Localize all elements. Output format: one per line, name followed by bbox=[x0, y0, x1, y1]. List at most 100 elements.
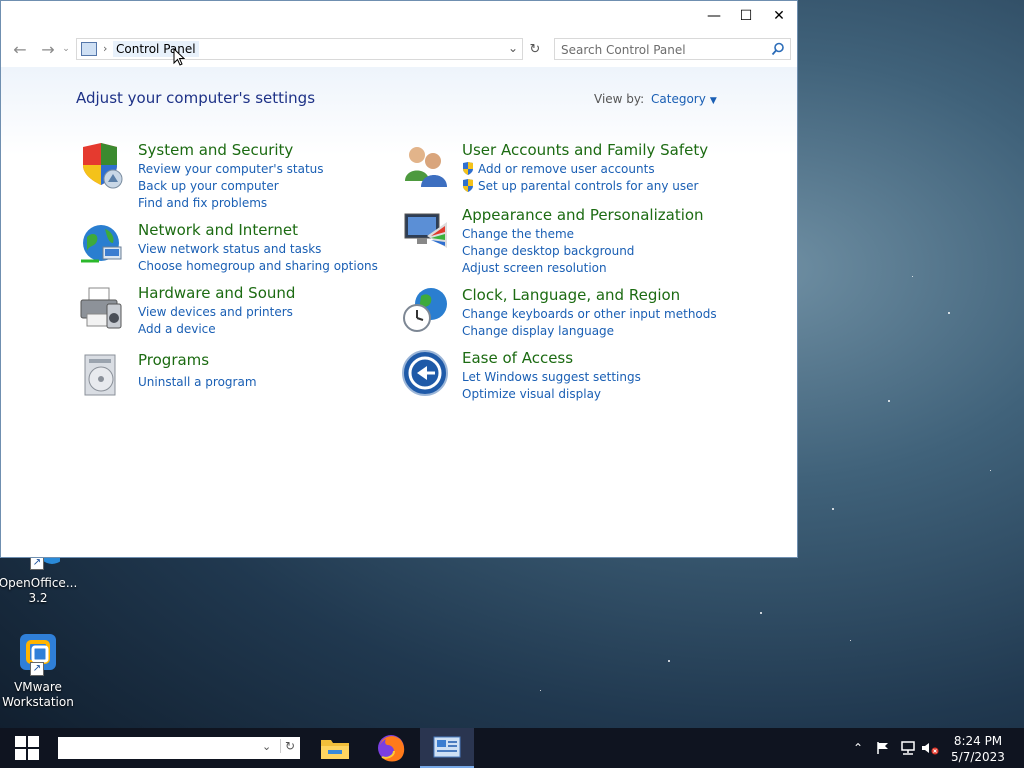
minimize-icon: — bbox=[707, 8, 721, 24]
refresh-icon: ↻ bbox=[529, 41, 541, 57]
category-title[interactable]: Clock, Language, and Region bbox=[462, 286, 717, 304]
maximize-button[interactable]: ☐ bbox=[729, 1, 763, 31]
navigation-bar: ← → ⌄ › Control Panel ⌄ ↻ bbox=[1, 35, 797, 66]
uac-shield-icon bbox=[463, 179, 473, 192]
category-link[interactable]: Change display language bbox=[462, 323, 717, 340]
shield-icon[interactable] bbox=[77, 141, 125, 189]
category-link[interactable]: Review your computer's status bbox=[138, 161, 324, 178]
desktop-icon-label: 3.2 bbox=[28, 591, 48, 605]
link-text: Add or remove user accounts bbox=[478, 162, 655, 176]
category-link[interactable]: Set up parental controls for any user bbox=[462, 178, 708, 195]
taskbar: ⌄ ↻ ⌃ 8:24 PM 5/7/2023 bbox=[0, 728, 1024, 768]
category-link[interactable]: View network status and tasks bbox=[138, 241, 378, 258]
action-center-flag[interactable] bbox=[874, 728, 892, 768]
category-link[interactable]: Add or remove user accounts bbox=[462, 161, 708, 178]
search-box[interactable] bbox=[554, 38, 791, 60]
forward-arrow-icon: → bbox=[41, 39, 55, 59]
back-button[interactable]: ← bbox=[9, 39, 31, 59]
monitor-palette-icon[interactable] bbox=[401, 206, 449, 254]
desktop-icon-label: Workstation bbox=[2, 695, 74, 709]
category-link[interactable]: Let Windows suggest settings bbox=[462, 369, 641, 386]
recent-locations-button[interactable]: ⌄ bbox=[59, 39, 73, 59]
network-globe-icon[interactable] bbox=[77, 221, 125, 269]
star bbox=[540, 690, 541, 691]
category-title[interactable]: Network and Internet bbox=[138, 221, 378, 239]
clock-date: 5/7/2023 bbox=[951, 750, 1005, 764]
desktop-icon-label: VMware bbox=[14, 680, 62, 694]
search-icon[interactable] bbox=[771, 42, 785, 56]
category-title[interactable]: User Accounts and Family Safety bbox=[462, 141, 708, 159]
ease-of-access-icon[interactable] bbox=[401, 349, 449, 397]
refresh-icon[interactable]: ↻ bbox=[280, 739, 295, 753]
address-dropdown-icon[interactable]: ⌄ bbox=[508, 41, 518, 55]
close-button[interactable]: ✕ bbox=[762, 1, 796, 31]
forward-button[interactable]: → bbox=[37, 39, 59, 59]
network-tray-button[interactable] bbox=[898, 728, 918, 768]
network-icon bbox=[901, 741, 915, 755]
show-hidden-icons-button[interactable]: ⌃ bbox=[848, 728, 868, 768]
star bbox=[948, 312, 950, 314]
category-title[interactable]: Ease of Access bbox=[462, 349, 641, 367]
chevron-up-icon: ⌃ bbox=[852, 741, 864, 755]
view-by-dropdown[interactable]: Category ▼ bbox=[651, 92, 717, 106]
category-link[interactable]: Change keyboards or other input methods bbox=[462, 306, 717, 323]
view-by-value: Category bbox=[651, 92, 706, 106]
control-panel-window: — ☐ ✕ ← → ⌄ › Control Panel ⌄ ↻ Adjust y… bbox=[0, 0, 798, 558]
view-by-label: View by: bbox=[594, 92, 645, 106]
breadcrumb-control-panel[interactable]: Control Panel bbox=[113, 41, 199, 57]
windows-logo-icon bbox=[15, 736, 39, 760]
minimize-button[interactable]: — bbox=[697, 1, 731, 31]
category-title[interactable]: Hardware and Sound bbox=[138, 284, 295, 302]
address-bar[interactable]: › Control Panel ⌄ bbox=[76, 38, 523, 66]
taskbar-firefox[interactable] bbox=[364, 728, 418, 768]
taskbar-control-panel[interactable] bbox=[420, 728, 474, 768]
category-title[interactable]: System and Security bbox=[138, 141, 324, 159]
taskbar-file-explorer[interactable] bbox=[308, 728, 362, 768]
category-link[interactable]: Adjust screen resolution bbox=[462, 260, 704, 277]
star bbox=[990, 470, 991, 471]
back-arrow-icon: ← bbox=[13, 39, 27, 59]
category-link[interactable]: Change desktop background bbox=[462, 243, 704, 260]
chevron-down-icon: ⌄ bbox=[62, 44, 70, 54]
category-link[interactable]: Add a device bbox=[138, 321, 295, 338]
title-bar[interactable]: — ☐ ✕ bbox=[1, 1, 797, 31]
speaker-muted-icon bbox=[922, 743, 939, 755]
mouse-cursor-icon bbox=[173, 48, 185, 66]
caret-down-icon: ▼ bbox=[709, 96, 717, 106]
flag-icon bbox=[877, 742, 888, 754]
star bbox=[668, 660, 670, 662]
control-panel-icon bbox=[433, 736, 461, 758]
programs-disc-icon[interactable] bbox=[77, 351, 125, 399]
control-panel-small-icon bbox=[81, 42, 97, 56]
category-link[interactable]: Change the theme bbox=[462, 226, 704, 243]
breadcrumb-separator[interactable]: › bbox=[103, 42, 107, 55]
start-button[interactable] bbox=[0, 728, 54, 768]
category-link[interactable]: Back up your computer bbox=[138, 178, 324, 195]
users-icon[interactable] bbox=[401, 141, 449, 189]
chevron-down-icon[interactable]: ⌄ bbox=[262, 740, 271, 753]
desktop-icon-vmware[interactable]: ↗ VMware Workstation bbox=[0, 632, 78, 710]
taskbar-search-box[interactable]: ⌄ ↻ bbox=[58, 737, 300, 759]
firefox-icon bbox=[378, 735, 405, 762]
link-text: Set up parental controls for any user bbox=[478, 179, 699, 193]
desktop-icon-label: OpenOffice... bbox=[0, 576, 78, 590]
printer-icon[interactable] bbox=[77, 284, 125, 332]
category-link[interactable]: Choose homegroup and sharing options bbox=[138, 258, 378, 275]
search-input[interactable] bbox=[559, 40, 763, 60]
category-title[interactable]: Appearance and Personalization bbox=[462, 206, 704, 224]
refresh-button[interactable]: ↻ bbox=[525, 40, 545, 58]
taskbar-clock[interactable]: 8:24 PM 5/7/2023 bbox=[944, 733, 1012, 765]
category-link[interactable]: Uninstall a program bbox=[138, 374, 257, 391]
category-link[interactable]: View devices and printers bbox=[138, 304, 295, 321]
volume-tray-button[interactable] bbox=[920, 728, 940, 768]
clock-globe-icon[interactable] bbox=[401, 286, 449, 334]
star bbox=[850, 640, 851, 641]
star bbox=[888, 400, 890, 402]
clock-time: 8:24 PM bbox=[953, 734, 1003, 748]
category-title[interactable]: Programs bbox=[138, 351, 257, 369]
category-link[interactable]: Optimize visual display bbox=[462, 386, 641, 403]
uac-shield-icon bbox=[463, 162, 473, 175]
category-link[interactable]: Find and fix problems bbox=[138, 195, 324, 212]
star bbox=[912, 276, 913, 277]
star bbox=[760, 612, 762, 614]
